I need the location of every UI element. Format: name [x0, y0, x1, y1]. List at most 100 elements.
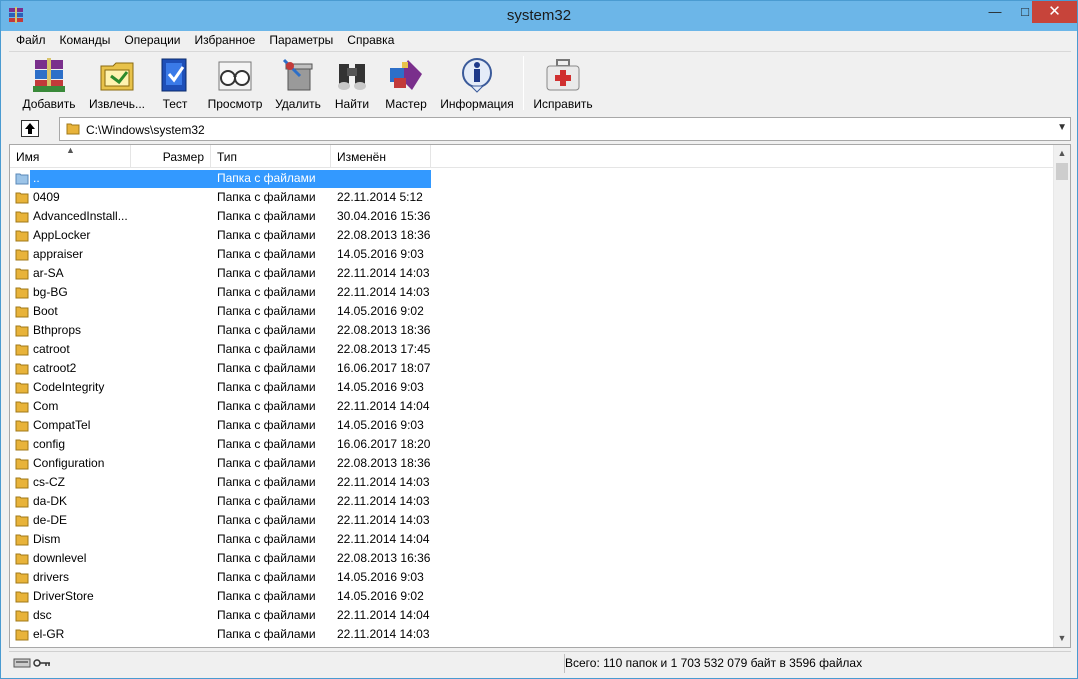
find-button[interactable]: Найти: [331, 54, 373, 112]
view-button[interactable]: Просмотр: [205, 54, 265, 112]
folder-icon: [15, 420, 29, 432]
table-row[interactable]: da-DK Папка с файлами 22.11.2014 14:03: [10, 492, 1054, 511]
folder-icon: [15, 382, 29, 394]
row-type: Папка с файлами: [217, 551, 316, 565]
folder-icon: [15, 553, 29, 565]
row-modified: 22.11.2014 14:03: [337, 627, 430, 641]
table-row[interactable]: Boot Папка с файлами 14.05.2016 9:02: [10, 302, 1054, 321]
row-type: Папка с файлами: [217, 209, 316, 223]
add-button[interactable]: Добавить: [19, 54, 79, 112]
menu-file[interactable]: Файл: [9, 31, 53, 50]
toolbar: Добавить Извлечь... Тест Просмотр Удалит…: [9, 51, 1071, 113]
row-type: Папка с файлами: [217, 304, 316, 318]
menu-commands[interactable]: Команды: [53, 31, 118, 50]
archive-books-icon: [33, 58, 65, 92]
row-type: Папка с файлами: [217, 266, 316, 280]
table-row[interactable]: Com Папка с файлами 22.11.2014 14:04: [10, 397, 1054, 416]
folder-icon: [15, 306, 29, 318]
winrar-window: system32 — □ ✕ Файл Команды Операции Изб…: [0, 0, 1078, 679]
table-row[interactable]: Configuration Папка с файлами 22.08.2013 1…: [10, 454, 1054, 473]
file-list[interactable]: ▲ Имя Размер Тип Изменён .. Папка с файла…: [9, 144, 1071, 648]
row-type: Папка с файлами: [217, 627, 316, 641]
column-header-size[interactable]: Размер: [131, 145, 211, 168]
scroll-thumb[interactable]: [1056, 163, 1068, 180]
repair-button[interactable]: Исправить: [531, 54, 595, 112]
row-type: Папка с файлами: [217, 228, 316, 242]
column-header-type[interactable]: Тип: [211, 145, 331, 168]
folder-icon: [15, 496, 29, 508]
glasses-icon: [218, 61, 252, 91]
row-modified: 16.06.2017 18:07: [337, 361, 431, 375]
info-button[interactable]: Информация: [437, 54, 517, 112]
table-row[interactable]: 0409 Папка с файлами 22.11.2014 5:12: [10, 188, 1054, 207]
drive-key-icon[interactable]: [13, 657, 53, 669]
extract-label: Извлечь...: [88, 97, 145, 111]
row-type: Папка с файлами: [217, 361, 316, 375]
parent-folder-row[interactable]: .. Папка с файлами: [10, 169, 1054, 188]
wizard-button[interactable]: Мастер: [383, 54, 429, 112]
up-folder-button[interactable]: [21, 120, 39, 137]
folder-icon: [15, 515, 29, 527]
delete-label: Удалить: [275, 97, 321, 111]
table-row[interactable]: de-DE Папка с файлами 22.11.2014 14:03: [10, 511, 1054, 530]
table-row[interactable]: catroot Папка с файлами 22.08.2013 17:45: [10, 340, 1054, 359]
minimize-button[interactable]: —: [981, 1, 1009, 23]
view-label: Просмотр: [207, 97, 263, 111]
window-title: system32: [506, 7, 572, 24]
table-row[interactable]: Dism Папка с файлами 22.11.2014 14:04: [10, 530, 1054, 549]
address-combobox[interactable]: C:\Windows\system32 ▼: [59, 117, 1071, 141]
table-row[interactable]: ar-SA Папка с файлами 22.11.2014 14:03: [10, 264, 1054, 283]
chevron-down-icon[interactable]: ▼: [1057, 122, 1067, 133]
close-button[interactable]: ✕: [1032, 1, 1077, 23]
folder-icon: [15, 230, 29, 242]
row-type: Папка с файлами: [217, 190, 316, 204]
row-modified: 22.11.2014 5:12: [337, 190, 423, 204]
table-row[interactable]: CodeIntegrity Папка с файлами 14.05.2016 9…: [10, 378, 1054, 397]
table-row[interactable]: drivers Папка с файлами 14.05.2016 9:03: [10, 568, 1054, 587]
folder-icon: [66, 123, 80, 135]
row-modified: 22.11.2014 14:04: [337, 532, 430, 546]
delete-button[interactable]: Удалить: [273, 54, 323, 112]
row-name: catroot: [33, 342, 70, 356]
table-row[interactable]: Bthprops Папка с файлами 22.08.2013 18:36: [10, 321, 1054, 340]
table-row[interactable]: bg-BG Папка с файлами 22.11.2014 14:03: [10, 283, 1054, 302]
row-type: Папка с файлами: [217, 437, 316, 451]
table-row[interactable]: CompatTel Папка с файлами 14.05.2016 9:03: [10, 416, 1054, 435]
table-row[interactable]: catroot2 Папка с файлами 16.06.2017 18:07: [10, 359, 1054, 378]
column-header-name[interactable]: ▲ Имя: [10, 145, 131, 168]
menu-help[interactable]: Справка: [340, 31, 401, 50]
menu-options[interactable]: Параметры: [262, 31, 340, 50]
menu-operations[interactable]: Операции: [117, 31, 187, 50]
column-header-modified[interactable]: Изменён: [331, 145, 431, 168]
table-row[interactable]: cs-CZ Папка с файлами 22.11.2014 14:03: [10, 473, 1054, 492]
vertical-scrollbar[interactable]: ▲ ▼: [1053, 145, 1070, 647]
address-row: C:\Windows\system32 ▼: [9, 115, 1071, 143]
scroll-up-icon[interactable]: ▲: [1054, 145, 1070, 162]
table-row[interactable]: AppLocker Папка с файлами 22.08.2013 18:36: [10, 226, 1054, 245]
row-name: Com: [33, 399, 59, 413]
row-name: CompatTel: [33, 418, 91, 432]
table-row[interactable]: DriverStore Папка с файлами 14.05.2016 9:0…: [10, 587, 1054, 606]
row-modified: 22.11.2014 14:03: [337, 513, 430, 527]
row-name: downlevel: [33, 551, 87, 565]
scroll-down-icon[interactable]: ▼: [1054, 630, 1070, 647]
add-label: Добавить: [22, 97, 76, 111]
table-row[interactable]: AdvancedInstall... Папка с файлами 30.04.2…: [10, 207, 1054, 226]
folder-icon: [15, 572, 29, 584]
test-button[interactable]: Тест: [153, 54, 197, 112]
table-row[interactable]: el-GR Папка с файлами 22.11.2014 14:03: [10, 625, 1054, 644]
folder-icon: [15, 534, 29, 546]
table-row[interactable]: appraiser Папка с файлами 14.05.2016 9:03: [10, 245, 1054, 264]
table-row[interactable]: config Папка с файлами 16.06.2017 18:20: [10, 435, 1054, 454]
table-row[interactable]: dsc Папка с файлами 22.11.2014 14:04: [10, 606, 1054, 625]
menu-favorites[interactable]: Избранное: [188, 31, 263, 50]
row-type: Папка с файлами: [217, 570, 316, 584]
title-bar[interactable]: system32 — □ ✕: [1, 1, 1077, 31]
row-modified: 22.11.2014 14:04: [337, 399, 430, 413]
table-row[interactable]: downlevel Папка с файлами 22.08.2013 16:36: [10, 549, 1054, 568]
extract-button[interactable]: Извлечь...: [85, 54, 149, 112]
row-name: CodeIntegrity: [33, 380, 105, 394]
row-name: appraiser: [33, 247, 84, 261]
row-modified: 14.05.2016 9:03: [337, 380, 424, 394]
row-modified: 22.08.2013 17:45: [337, 342, 431, 356]
